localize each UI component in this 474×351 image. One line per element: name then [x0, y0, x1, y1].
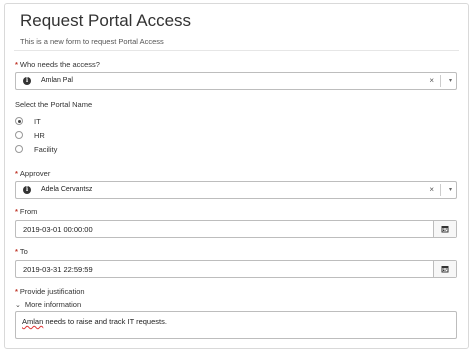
info-icon[interactable]: i	[23, 77, 31, 85]
from-date-field[interactable]: 2019-03-01 00:00:00	[15, 220, 457, 238]
justification-text-word: Amlan	[22, 317, 44, 326]
justification-text-rest: needs to raise and track IT requests.	[43, 317, 167, 326]
who-field[interactable]: i Amlan Pal × ▾	[15, 72, 457, 90]
required-mark: *	[15, 287, 18, 296]
required-mark: *	[15, 247, 18, 256]
more-information-label: More information	[24, 300, 82, 309]
required-mark: *	[15, 207, 18, 216]
approver-label: * Approver	[15, 169, 50, 178]
portal-label: Select the Portal Name	[15, 100, 93, 109]
divider	[14, 50, 459, 51]
who-label: * Who needs the access?	[15, 60, 100, 69]
to-label: * To	[15, 247, 28, 256]
approver-value: Adela Cervantsz	[41, 186, 93, 193]
more-information-toggle[interactable]: ⌄ More information	[15, 300, 81, 309]
radio-option-hr[interactable]: HR	[15, 131, 45, 141]
radio-button[interactable]	[15, 145, 23, 154]
radio-button[interactable]	[15, 117, 23, 126]
from-label: * From	[15, 207, 37, 216]
required-mark: *	[15, 60, 18, 69]
clear-icon[interactable]: ×	[429, 185, 434, 194]
who-label-text: Who needs the access?	[19, 60, 100, 69]
approver-label-text: Approver	[19, 169, 51, 178]
radio-label: HR	[34, 131, 45, 140]
required-mark: *	[15, 169, 18, 178]
who-value: Amlan Pal	[41, 77, 73, 84]
from-label-text: From	[19, 207, 38, 216]
chevron-down-icon[interactable]: ▾	[449, 77, 452, 84]
radio-label: Facility	[34, 145, 58, 154]
to-calendar-button[interactable]	[433, 261, 456, 277]
form-card: Request Portal Access This is a new form…	[4, 3, 469, 349]
page-subtitle: This is a new form to request Portal Acc…	[20, 37, 164, 46]
approver-field[interactable]: i Adela Cervantsz × ▾	[15, 181, 457, 199]
to-date-field[interactable]: 2019-03-31 22:59:59	[15, 260, 457, 278]
page-title: Request Portal Access	[20, 11, 192, 30]
radio-button[interactable]	[15, 131, 23, 140]
calendar-icon	[441, 226, 449, 233]
separator	[440, 75, 441, 87]
justification-label: * Provide justification	[15, 287, 85, 296]
chevron-down-icon[interactable]: ▾	[449, 186, 452, 193]
info-icon[interactable]: i	[23, 186, 31, 194]
radio-label: IT	[34, 117, 41, 126]
clear-icon[interactable]: ×	[429, 76, 434, 85]
separator	[440, 184, 441, 196]
chevron-down-icon: ⌄	[15, 302, 21, 309]
from-calendar-button[interactable]	[433, 221, 456, 237]
to-date-value: 2019-03-31 22:59:59	[23, 265, 93, 274]
radio-option-it[interactable]: IT	[15, 117, 41, 127]
justification-label-text: Provide justification	[19, 287, 85, 296]
from-date-value: 2019-03-01 00:00:00	[23, 225, 93, 234]
to-label-text: To	[19, 247, 28, 256]
calendar-icon	[441, 266, 449, 273]
radio-option-facility[interactable]: Facility	[15, 145, 57, 155]
justification-textarea[interactable]: Amlan needs to raise and track IT reques…	[15, 311, 457, 339]
